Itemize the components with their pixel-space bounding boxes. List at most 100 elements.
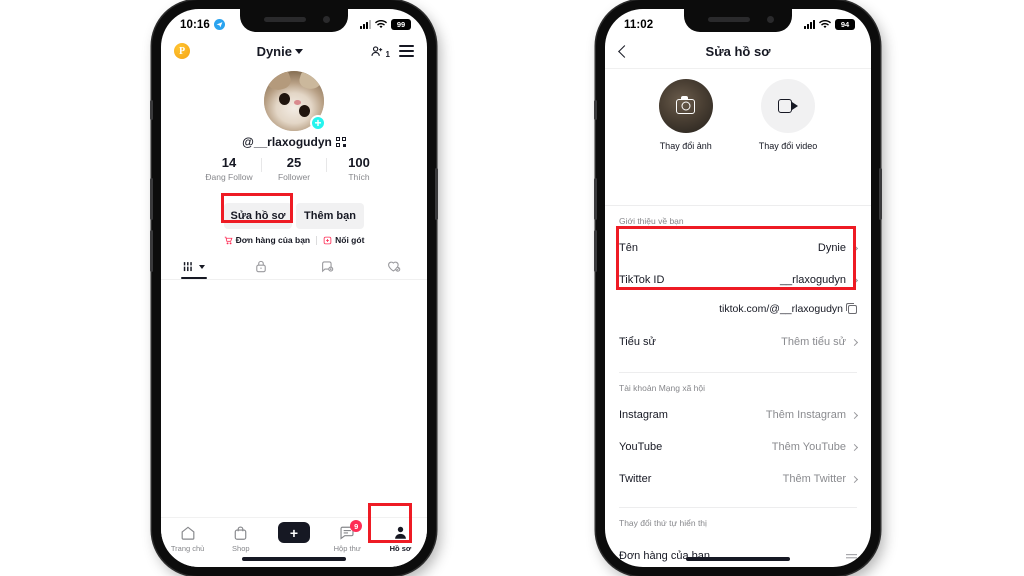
tab-reposts[interactable] xyxy=(294,254,361,279)
row-tiktok-id[interactable]: TikTok ID __rlaxogudyn xyxy=(605,264,871,296)
inbox-icon: 9 xyxy=(339,520,363,541)
front-camera xyxy=(767,16,774,23)
profile-url-row[interactable]: tiktok.com/@__rlaxogudyn xyxy=(605,296,871,322)
change-photo-button[interactable]: Thay đổi ảnh xyxy=(658,79,713,151)
nav-home[interactable]: Trang chủ xyxy=(161,524,214,553)
noi-got-link[interactable]: Nối gót xyxy=(323,235,364,245)
home-indicator[interactable] xyxy=(686,557,790,561)
settings-list: Giới thiệu về bạn Tên Dynie TikTok ID __… xyxy=(605,205,871,567)
add-friends-button[interactable]: Thêm bạn xyxy=(296,203,364,229)
nav-profile-label: Hồ sơ xyxy=(389,544,412,553)
stat-value: 14 xyxy=(221,155,237,170)
profile-actions: 1 xyxy=(370,44,414,59)
avatar-wrapper[interactable]: + xyxy=(264,71,326,131)
your-orders-label: Đơn hàng của bạn xyxy=(235,235,311,245)
power-button[interactable] xyxy=(879,168,882,220)
volume-up-button[interactable] xyxy=(594,178,597,220)
notch xyxy=(684,9,792,32)
shop-bag-icon xyxy=(233,524,248,541)
heart-icon xyxy=(387,261,401,272)
row-instagram[interactable]: Instagram Thêm Instagram xyxy=(605,399,871,431)
chevron-right-icon xyxy=(850,475,859,483)
nav-profile[interactable]: Hồ sơ xyxy=(374,524,427,553)
right-screen: 11:02 94 Sửa hồ sơ Thay đổi ảnh Thay đổi… xyxy=(605,9,871,567)
status-right: 94 xyxy=(804,19,855,30)
row-twitter-value: Thêm Twitter xyxy=(782,473,846,485)
status-time: 11:02 xyxy=(624,18,654,31)
chevron-right-icon xyxy=(850,411,859,419)
mini-link-divider xyxy=(316,235,318,245)
your-orders-link[interactable]: Đơn hàng của bạn xyxy=(224,235,311,245)
coin-badge[interactable]: P xyxy=(174,43,190,59)
row-name-value-group: Dynie xyxy=(818,242,859,254)
power-button[interactable] xyxy=(435,168,438,220)
status-left: 11:02 xyxy=(624,19,653,31)
chevron-right-icon xyxy=(850,338,859,346)
change-video-label: Thay đổi video xyxy=(758,141,818,151)
nav-create[interactable]: + xyxy=(267,522,320,544)
row-twitter[interactable]: Twitter Thêm Twitter xyxy=(605,463,871,495)
volume-up-button[interactable] xyxy=(150,178,153,220)
row-instagram-key: Instagram xyxy=(619,409,668,421)
telegram-icon xyxy=(213,19,225,30)
row-bio-value-group: Thêm tiểu sử xyxy=(781,336,859,348)
video-camera-icon xyxy=(777,99,798,113)
row-bio[interactable]: Tiểu sử Thêm tiểu sử xyxy=(605,326,871,358)
chevron-right-icon xyxy=(850,244,859,252)
nav-inbox-label: Hộp thư xyxy=(333,544,361,553)
edit-profile-button[interactable]: Sửa hồ sơ xyxy=(224,203,292,229)
grid-icon xyxy=(184,261,193,271)
add-avatar-badge[interactable]: + xyxy=(310,115,326,131)
nav-home-label: Trang chủ xyxy=(170,544,205,553)
hamburger-menu-icon[interactable] xyxy=(398,45,414,57)
profile-person-icon xyxy=(393,524,408,541)
stat-likes[interactable]: 100 Thích xyxy=(327,155,391,182)
add-friend-icon[interactable]: 1 xyxy=(370,44,390,59)
section-divider xyxy=(619,507,857,508)
front-camera xyxy=(323,16,330,23)
row-name-key: Tên xyxy=(619,242,638,254)
left-screen: 10:16 99 P Dynie 1 + @__rlaxogudyn 14 Đa… xyxy=(161,9,427,567)
page-title: Sửa hồ sơ xyxy=(705,44,771,59)
cellular-signal-icon xyxy=(804,20,815,29)
section-divider xyxy=(619,372,857,373)
nav-inbox[interactable]: 9 Hộp thư xyxy=(321,520,374,553)
profile-title[interactable]: Dynie xyxy=(257,44,303,59)
silent-switch[interactable] xyxy=(594,100,597,120)
copy-icon[interactable] xyxy=(846,302,857,314)
row-your-orders-handle[interactable] xyxy=(846,552,857,561)
camera-icon xyxy=(676,95,696,114)
row-name[interactable]: Tên Dynie xyxy=(605,232,871,264)
tab-grid[interactable] xyxy=(161,254,228,279)
tab-private[interactable] xyxy=(228,254,295,279)
status-time: 10:16 xyxy=(180,18,210,31)
wifi-icon xyxy=(819,19,831,28)
tab-liked[interactable] xyxy=(361,254,428,279)
silent-switch[interactable] xyxy=(150,100,153,120)
stat-value: 100 xyxy=(348,155,370,170)
home-indicator[interactable] xyxy=(242,557,346,561)
change-video-button[interactable]: Thay đổi video xyxy=(758,79,818,151)
stat-followers[interactable]: 25 Follower xyxy=(262,155,326,182)
battery-indicator: 94 xyxy=(835,19,855,30)
row-youtube[interactable]: YouTube Thêm YouTube xyxy=(605,431,871,463)
row-your-orders[interactable]: Đơn hàng của bạn xyxy=(605,540,871,567)
notch xyxy=(240,9,348,32)
add-box-icon xyxy=(323,236,332,244)
drag-handle-icon xyxy=(846,553,857,558)
back-chevron-icon[interactable] xyxy=(617,45,631,59)
qr-code-icon[interactable] xyxy=(335,137,346,147)
row-twitter-value-group: Thêm Twitter xyxy=(782,473,859,485)
row-instagram-value: Thêm Instagram xyxy=(765,409,846,421)
cellular-signal-icon xyxy=(360,20,371,29)
section-order-label: Thay đổi thứ tự hiển thị xyxy=(619,518,707,528)
volume-down-button[interactable] xyxy=(150,230,153,272)
stat-following[interactable]: 14 Đang Follow xyxy=(197,155,261,182)
volume-down-button[interactable] xyxy=(594,230,597,272)
nav-shop[interactable]: Shop xyxy=(214,524,267,553)
repost-icon xyxy=(321,261,334,273)
noi-got-label: Nối gót xyxy=(335,235,365,245)
profile-username: Dynie xyxy=(256,43,292,59)
home-icon xyxy=(180,524,196,541)
row-bio-value: Thêm tiểu sử xyxy=(781,336,846,348)
